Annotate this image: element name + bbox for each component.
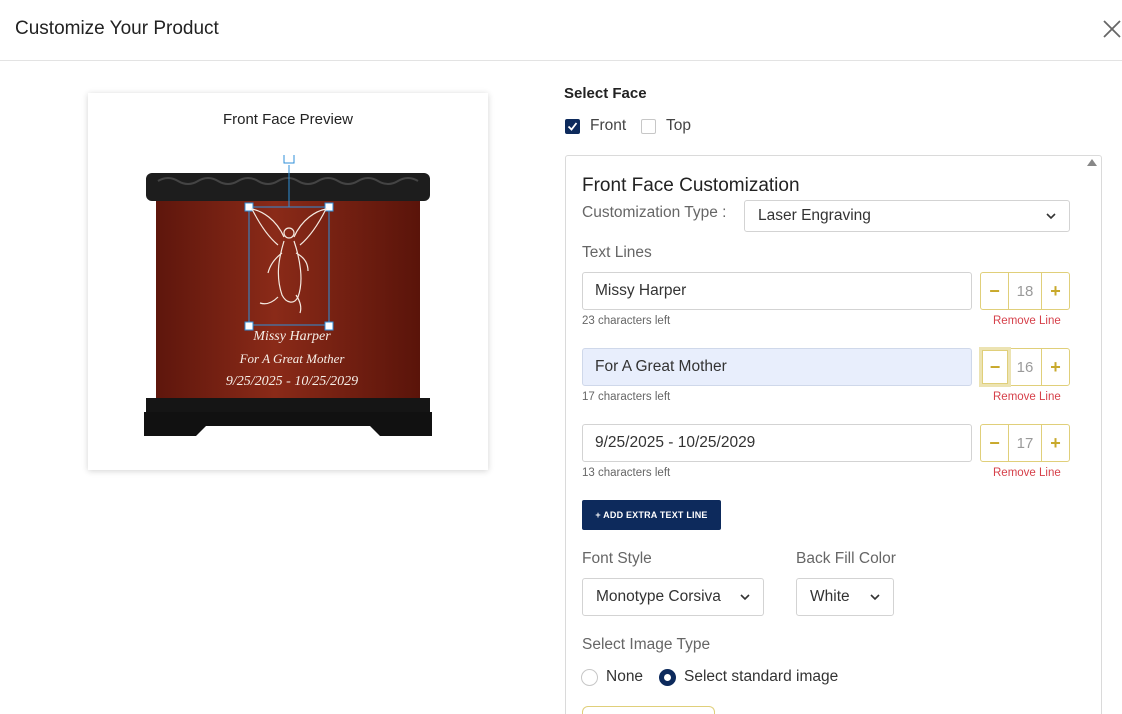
decrease-size-button[interactable]: − bbox=[981, 273, 1009, 309]
font-style-select[interactable]: Monotype Corsiva bbox=[582, 578, 764, 616]
font-size-value: 16 bbox=[1016, 358, 1034, 376]
radio[interactable] bbox=[581, 668, 598, 686]
check-icon[interactable] bbox=[565, 118, 580, 134]
text-line-input-3[interactable]: 9/25/2025 - 10/25/2029 bbox=[582, 424, 972, 462]
select-face-title: Select Face bbox=[564, 85, 647, 102]
customization-type-value: Laser Engraving bbox=[758, 207, 871, 224]
panel-title: Front Face Customization bbox=[582, 175, 800, 196]
select-image-button[interactable] bbox=[582, 706, 715, 714]
preview-card: Front Face Preview Missy Harper For A Gr… bbox=[88, 93, 488, 470]
customization-type-select[interactable]: Laser Engraving bbox=[744, 200, 1070, 232]
modal-header: Customize Your Product bbox=[0, 0, 1122, 61]
font-style-label: Font Style bbox=[582, 550, 652, 567]
increase-size-button[interactable]: + bbox=[1041, 349, 1069, 385]
scroll-up-arrow-icon[interactable] bbox=[1087, 159, 1097, 166]
remove-line-3-link[interactable]: Remove Line bbox=[993, 467, 1061, 479]
increase-size-button[interactable]: + bbox=[1041, 425, 1069, 461]
font-size-stepper-1: − 18 + bbox=[980, 272, 1070, 310]
image-type-standard[interactable]: Select standard image bbox=[659, 667, 838, 687]
checkbox[interactable] bbox=[641, 118, 656, 134]
remove-line-1-link[interactable]: Remove Line bbox=[993, 315, 1061, 327]
decrease-size-button[interactable]: − bbox=[981, 425, 1009, 461]
image-type-label: Select Image Type bbox=[582, 636, 711, 653]
decrease-size-button[interactable]: − bbox=[979, 347, 1011, 387]
chars-left-1: 23 characters left bbox=[582, 315, 671, 327]
font-size-stepper-3: − 17 + bbox=[980, 424, 1070, 462]
increase-size-button[interactable]: + bbox=[1041, 273, 1069, 309]
modal-title: Customize Your Product bbox=[15, 18, 219, 39]
customization-type-label: Customization Type : bbox=[582, 204, 727, 221]
face-option-label: Top bbox=[666, 117, 691, 134]
chevron-down-icon bbox=[1046, 213, 1056, 220]
chars-left-2: 17 characters left bbox=[582, 391, 671, 403]
font-size-value: 18 bbox=[1016, 282, 1034, 300]
radio-label: Select standard image bbox=[684, 668, 839, 685]
chevron-down-icon bbox=[870, 594, 880, 601]
font-style-value: Monotype Corsiva bbox=[596, 588, 721, 605]
face-option-label: Front bbox=[590, 117, 627, 134]
back-fill-value: White bbox=[810, 588, 850, 605]
face-option-top[interactable]: Top bbox=[641, 116, 691, 136]
radio[interactable] bbox=[659, 668, 676, 686]
font-size-value: 17 bbox=[1016, 434, 1034, 452]
chevron-down-icon bbox=[740, 594, 750, 601]
back-fill-select[interactable]: White bbox=[796, 578, 894, 616]
engraving-line-1: Missy Harper bbox=[252, 329, 331, 344]
image-type-none[interactable]: None bbox=[581, 667, 643, 687]
back-fill-label: Back Fill Color bbox=[796, 550, 896, 567]
engraving-line-2: For A Great Mother bbox=[239, 351, 346, 366]
add-extra-text-line-button[interactable]: + ADD EXTRA TEXT LINE bbox=[582, 500, 721, 530]
face-option-front[interactable]: Front bbox=[565, 116, 626, 136]
text-line-input-1[interactable]: Missy Harper bbox=[582, 272, 972, 310]
radio-label: None bbox=[606, 668, 644, 685]
close-icon[interactable] bbox=[1100, 17, 1122, 41]
text-line-input-2[interactable]: For A Great Mother bbox=[582, 348, 972, 386]
font-size-stepper-2: − 16 + bbox=[979, 347, 1070, 387]
remove-line-2-link[interactable]: Remove Line bbox=[993, 391, 1061, 403]
chars-left-3: 13 characters left bbox=[582, 467, 671, 479]
engraving-line-3: 9/25/2025 - 10/25/2029 bbox=[226, 374, 358, 389]
urn-preview-image: Missy Harper For A Great Mother 9/25/202… bbox=[144, 155, 432, 436]
text-lines-label: Text Lines bbox=[582, 244, 652, 261]
